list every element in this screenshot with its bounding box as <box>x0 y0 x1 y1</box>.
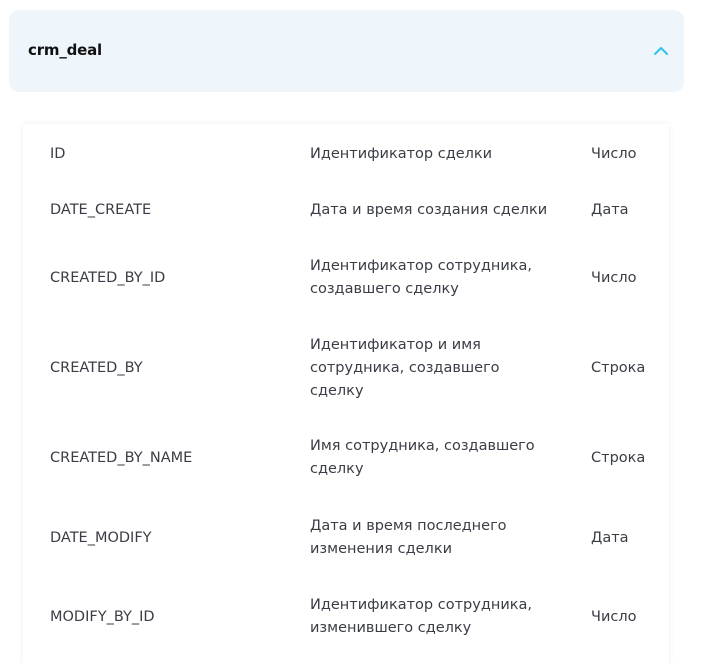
field-type: Число <box>591 608 637 625</box>
field-name: MODIFY_BY_ID <box>50 608 155 625</box>
accordion-header-crm-deal[interactable]: crm_deal <box>9 10 684 92</box>
field-type: Дата <box>591 201 629 218</box>
field-description: Дата и время создания сделки <box>310 201 548 218</box>
table-row: ID Идентификатор сделки Число <box>23 124 669 184</box>
chevron-up-icon[interactable] <box>652 42 670 60</box>
field-description: Идентификатор и имя сотрудника, создавше… <box>310 336 500 399</box>
accordion-title: crm_deal <box>28 41 102 59</box>
field-name: CREATED_BY_ID <box>50 269 166 286</box>
field-type: Число <box>591 269 637 286</box>
field-description: Имя сотрудника, создавшего сделку <box>310 438 535 477</box>
table-row: CREATED_BY_ID Идентификатор сотрудника, … <box>23 236 669 320</box>
field-name: ID <box>50 145 66 162</box>
field-description: Дата и время последнего изменения сделки <box>310 518 507 557</box>
field-description: Идентификатор сотрудника, изменившего сд… <box>310 597 532 636</box>
field-type: Число <box>591 145 637 162</box>
table-row: CREATED_BY Идентификатор и имя сотрудник… <box>23 320 669 416</box>
table-row: MODIFY_BY_ID Идентификатор сотрудника, и… <box>23 576 669 658</box>
field-type: Дата <box>591 529 629 546</box>
field-description: Идентификатор сотрудника, создавшего сде… <box>310 258 532 297</box>
field-type: Строка <box>591 359 646 376</box>
table-row: DATE_MODIFY Дата и время последнего изме… <box>23 500 669 576</box>
fields-table: ID Идентификатор сделки Число DATE_CREAT… <box>23 124 669 664</box>
field-name: DATE_CREATE <box>50 201 152 218</box>
field-name: DATE_MODIFY <box>50 529 152 546</box>
field-name: CREATED_BY <box>50 359 143 376</box>
table-row: DATE_CREATE Дата и время создания сделки… <box>23 184 669 236</box>
field-description: Идентификатор сделки <box>310 145 493 162</box>
field-type: Строка <box>591 449 646 466</box>
field-name: CREATED_BY_NAME <box>50 449 193 466</box>
table-row: CREATED_BY_NAME Имя сотрудника, создавше… <box>23 416 669 500</box>
